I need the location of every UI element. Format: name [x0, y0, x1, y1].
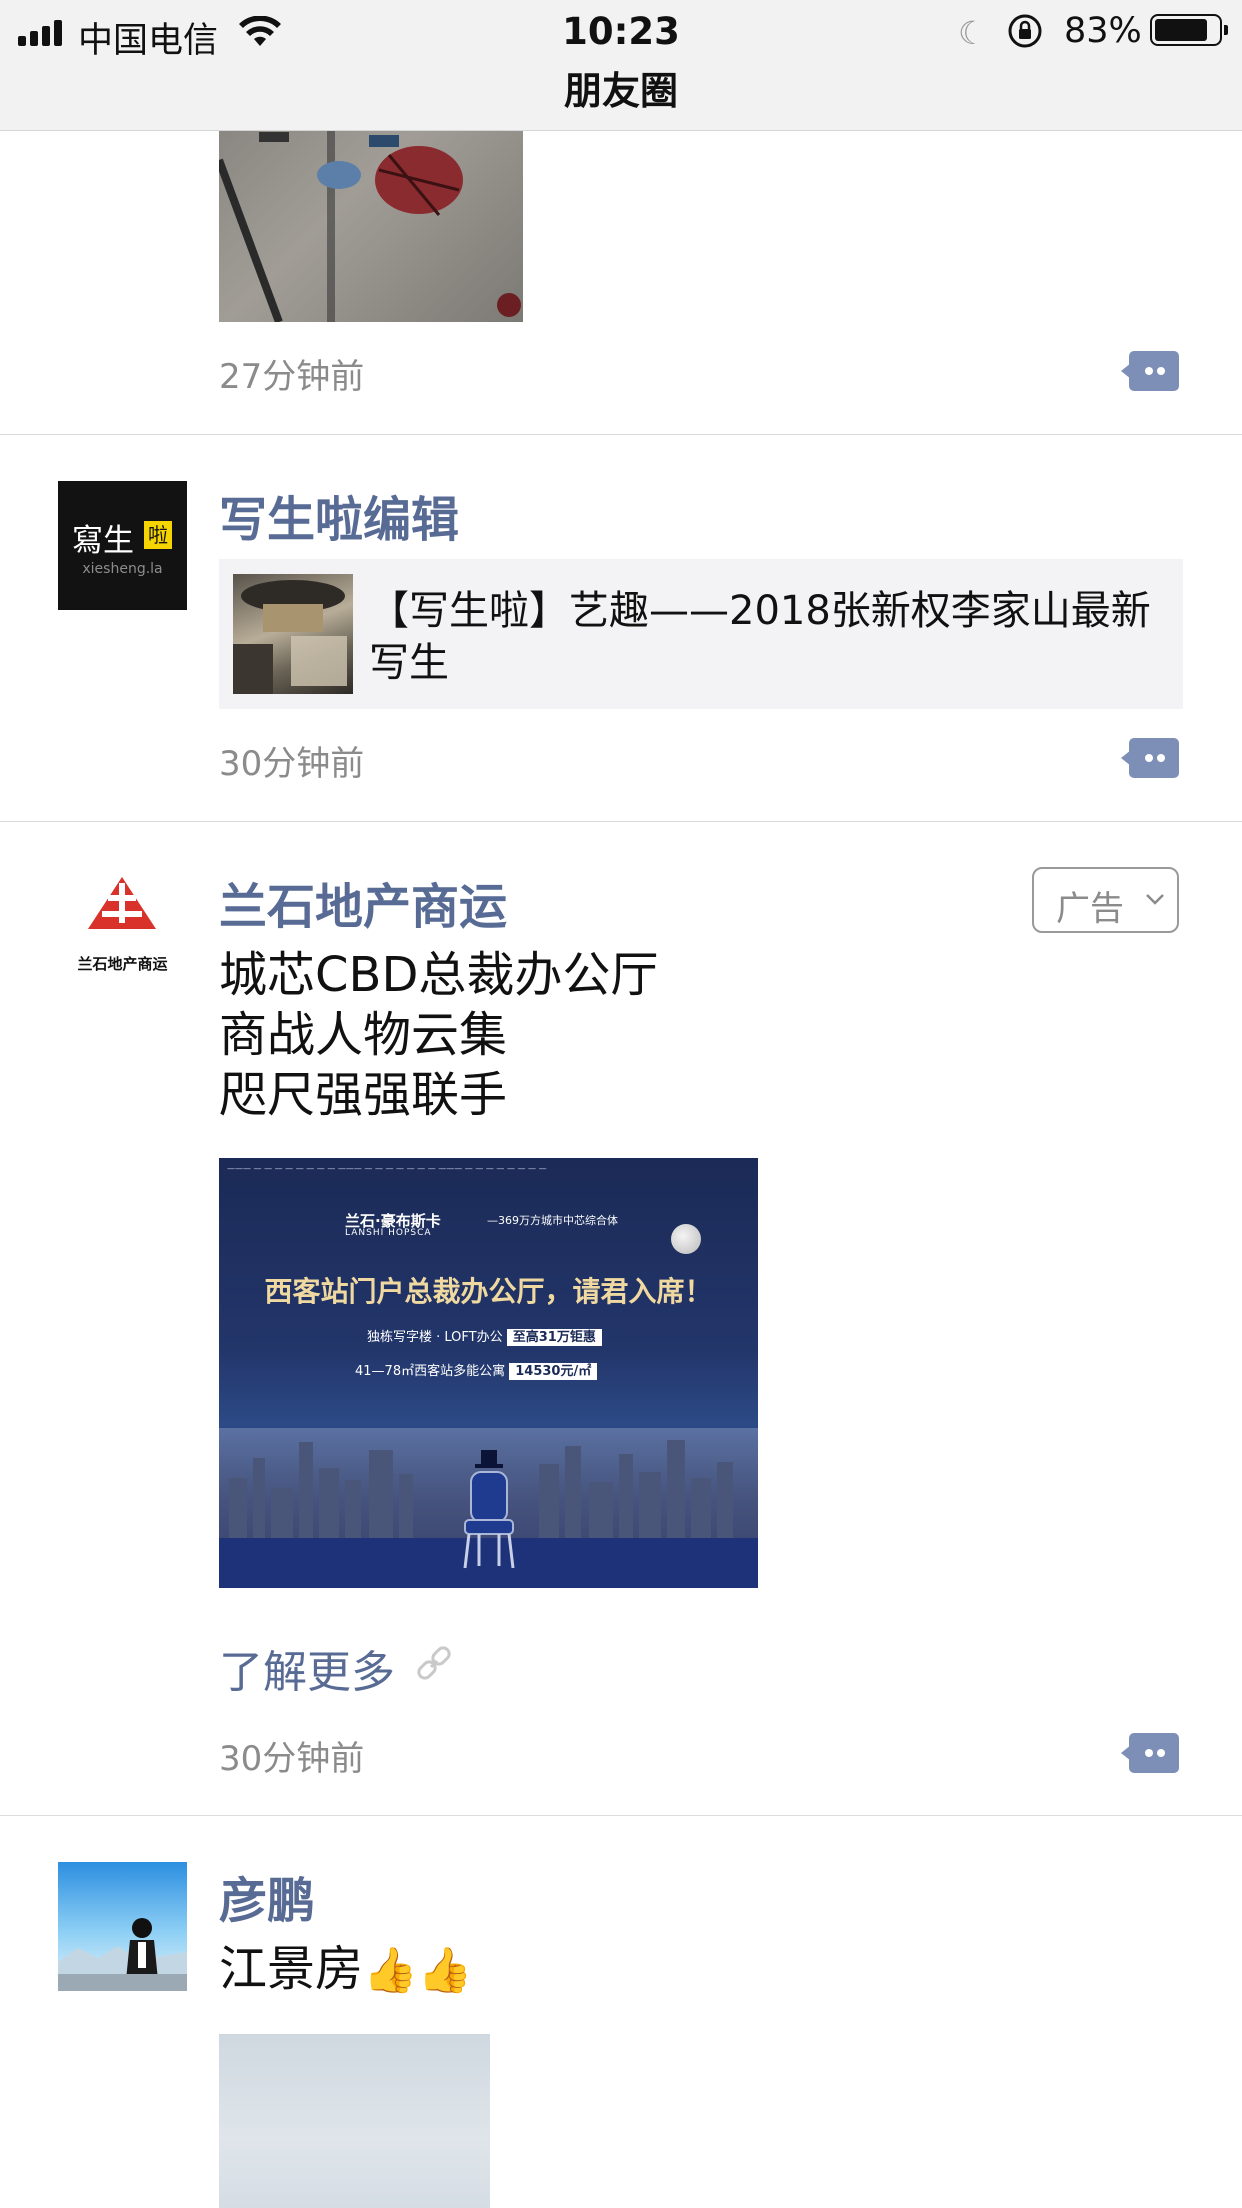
ad-headline: 西客站门户总裁办公厅，请君入席！ [264, 1275, 713, 1308]
comment-button[interactable] [1121, 351, 1179, 391]
avatar-logo-text: 寫生 [72, 523, 134, 559]
do-not-disturb-icon: ☾ [958, 14, 987, 52]
page-title: 朋友圈 [563, 69, 678, 113]
post-photo[interactable] [219, 130, 523, 322]
comment-icon [1129, 738, 1179, 778]
lanshi-logo-icon [88, 877, 156, 929]
avatar-logo-text: 兰石地产商运 [77, 955, 168, 973]
ad-brand-sub: —369万方城市中芯综合体 [487, 1214, 618, 1227]
avatar[interactable]: 寫生 啦 xiesheng.la [58, 481, 187, 610]
ad-image[interactable]: ——— — — — — — — — — ——— — — — — — — — ——… [219, 1158, 758, 1588]
post-body-line: 咫尺强强联手 [219, 1067, 508, 1123]
post-body-line: 商战人物云集 [219, 1007, 508, 1063]
link-title: 【写生啦】艺趣——2018张新权李家山最新写生 [369, 588, 1151, 686]
chair-graphic [463, 1450, 515, 1569]
top-bar: 中国电信 10:23 ☾ 83% 朋友圈 [0, 0, 1242, 131]
status-bar: 中国电信 10:23 ☾ 83% [0, 0, 1242, 64]
shared-link-card[interactable]: 【写生啦】艺趣——2018张新权李家山最新写生 [219, 559, 1183, 709]
post-timestamp: 27分钟前 [219, 357, 365, 397]
battery-percent: 83% [1064, 11, 1142, 51]
feed-post: 彦鹏 江景房👍👍 [0, 1815, 1242, 2208]
comment-button[interactable] [1121, 738, 1179, 778]
avatar-logo-badge: 啦 [144, 521, 172, 549]
post-body-line: 城芯CBD总裁办公厅 [219, 947, 659, 1003]
orientation-lock-icon [1008, 14, 1042, 48]
post-photo[interactable] [219, 2034, 490, 2208]
post-body: 城芯CBD总裁办公厅 商战人物云集 咫尺强强联手 [219, 945, 658, 1125]
link-thumbnail [233, 574, 353, 694]
avatar[interactable]: 兰石地产商运 [58, 869, 187, 998]
chevron-down-icon [1146, 894, 1164, 905]
clock: 10:23 [562, 10, 680, 53]
post-timestamp: 30分钟前 [219, 1739, 365, 1779]
ad-offer-row: 41—78㎡西客站多能公寓 14530元/㎡ [355, 1360, 598, 1380]
post-body: 江景房👍👍 [219, 1941, 473, 1997]
ad-label: 广告 [1056, 889, 1124, 929]
avatar-logo-sub: xiesheng.la [82, 561, 163, 577]
post-timestamp: 30分钟前 [219, 744, 365, 784]
moon-graphic [671, 1224, 701, 1254]
ad-label-dropdown[interactable]: 广告 [1032, 867, 1179, 933]
comment-button[interactable] [1121, 1733, 1179, 1773]
author-name[interactable]: 兰石地产商运 [219, 867, 507, 937]
comment-icon [1129, 1733, 1179, 1773]
ad-fine-print: ——— — — — — — — — — ——— — — — — — — — ——… [227, 1164, 547, 1173]
author-name[interactable]: 写生啦编辑 [219, 480, 459, 550]
ad-brand-en: LANSHI HOPSCA [345, 1228, 432, 1238]
comment-icon [1129, 351, 1179, 391]
avatar[interactable] [58, 1862, 187, 1991]
author-name[interactable]: 彦鹏 [219, 1861, 315, 1931]
link-icon [417, 1646, 451, 1680]
battery-icon [1150, 14, 1228, 46]
learn-more-link[interactable]: 了解更多 [219, 1636, 451, 1700]
ad-offer-row: 独栋写字楼 · LOFT办公 至高31万钜惠 [367, 1326, 602, 1346]
thumbs-up-icon: 👍👍 [363, 1945, 473, 1996]
